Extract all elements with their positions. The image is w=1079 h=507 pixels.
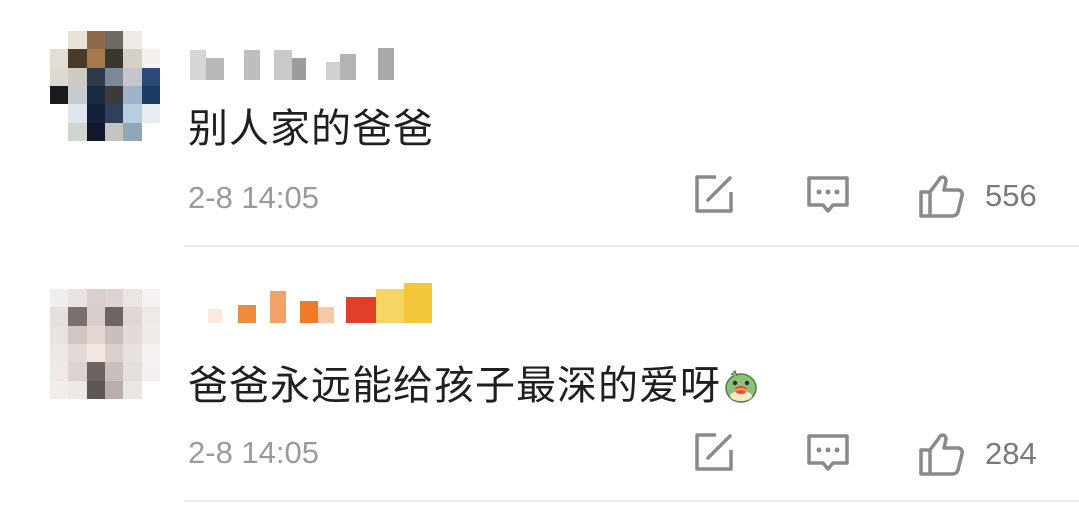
comment-text: 别人家的爸爸 [188,106,434,152]
repost-icon [695,433,733,471]
comment-item: 别人家的爸爸 2-8 14:05 556 [0,0,1079,247]
comment-icon [807,176,849,213]
like-button[interactable]: 556 [917,172,1037,220]
thumbs-up-icon [919,433,964,476]
like-button[interactable]: 284 [917,430,1037,478]
username-pixelated[interactable] [190,44,394,80]
repost-button[interactable] [692,172,736,216]
avatar[interactable] [50,31,160,141]
comment-timestamp: 2-8 14:05 [188,180,319,215]
reply-button[interactable] [806,172,850,216]
thumbs-up-icon [919,175,964,218]
repost-icon [695,175,733,213]
comment-item: 爸爸永远能给孩子最深的爱呀 2-8 14:05 284 [0,247,1079,507]
avatar[interactable] [50,289,160,399]
repost-button[interactable] [692,430,736,474]
comment-icon [807,434,849,471]
reply-button[interactable] [806,430,850,474]
username-pixelated[interactable] [190,283,432,323]
comment-text: 爸爸永远能给孩子最深的爱呀 [188,353,759,411]
bird-eating-emoji [725,369,757,403]
comment-timestamp: 2-8 14:05 [188,435,319,470]
divider [184,500,1079,502]
like-count: 284 [985,436,1037,471]
comment-text-content: 爸爸永远能给孩子最深的爱呀 [188,363,721,409]
like-count: 556 [985,178,1037,213]
